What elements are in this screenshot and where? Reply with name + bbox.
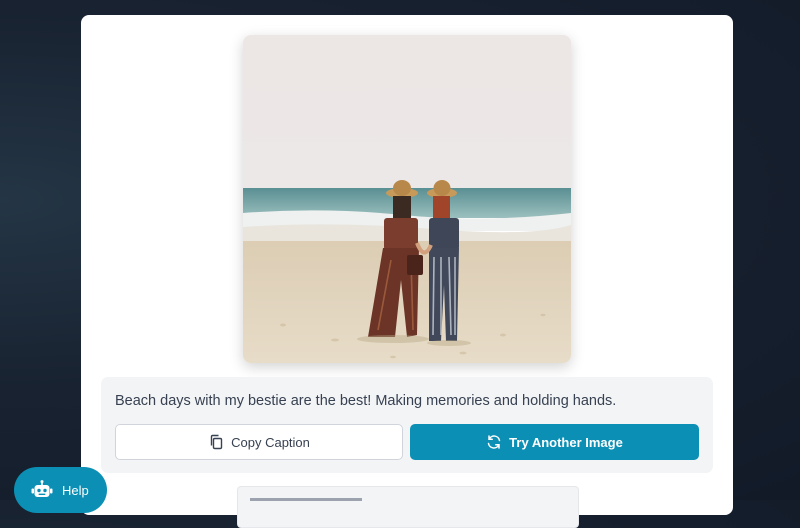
caption-panel: Beach days with my bestie are the best! … — [101, 377, 713, 473]
refresh-icon — [486, 434, 502, 450]
footer-panel — [237, 486, 579, 528]
copy-caption-label: Copy Caption — [231, 434, 310, 450]
try-another-image-label: Try Another Image — [509, 434, 623, 450]
copy-caption-button[interactable]: Copy Caption — [115, 424, 403, 460]
generated-caption: Beach days with my bestie are the best! … — [115, 393, 617, 409]
copy-icon — [208, 434, 224, 450]
uploaded-photo — [243, 35, 571, 363]
help-button[interactable]: Help — [14, 467, 107, 513]
help-label: Help — [62, 482, 89, 498]
robot-icon — [31, 480, 53, 502]
caption-card: Beach days with my bestie are the best! … — [81, 15, 733, 528]
try-another-image-button[interactable]: Try Another Image — [410, 424, 699, 460]
beach-photo-illustration — [243, 35, 571, 363]
